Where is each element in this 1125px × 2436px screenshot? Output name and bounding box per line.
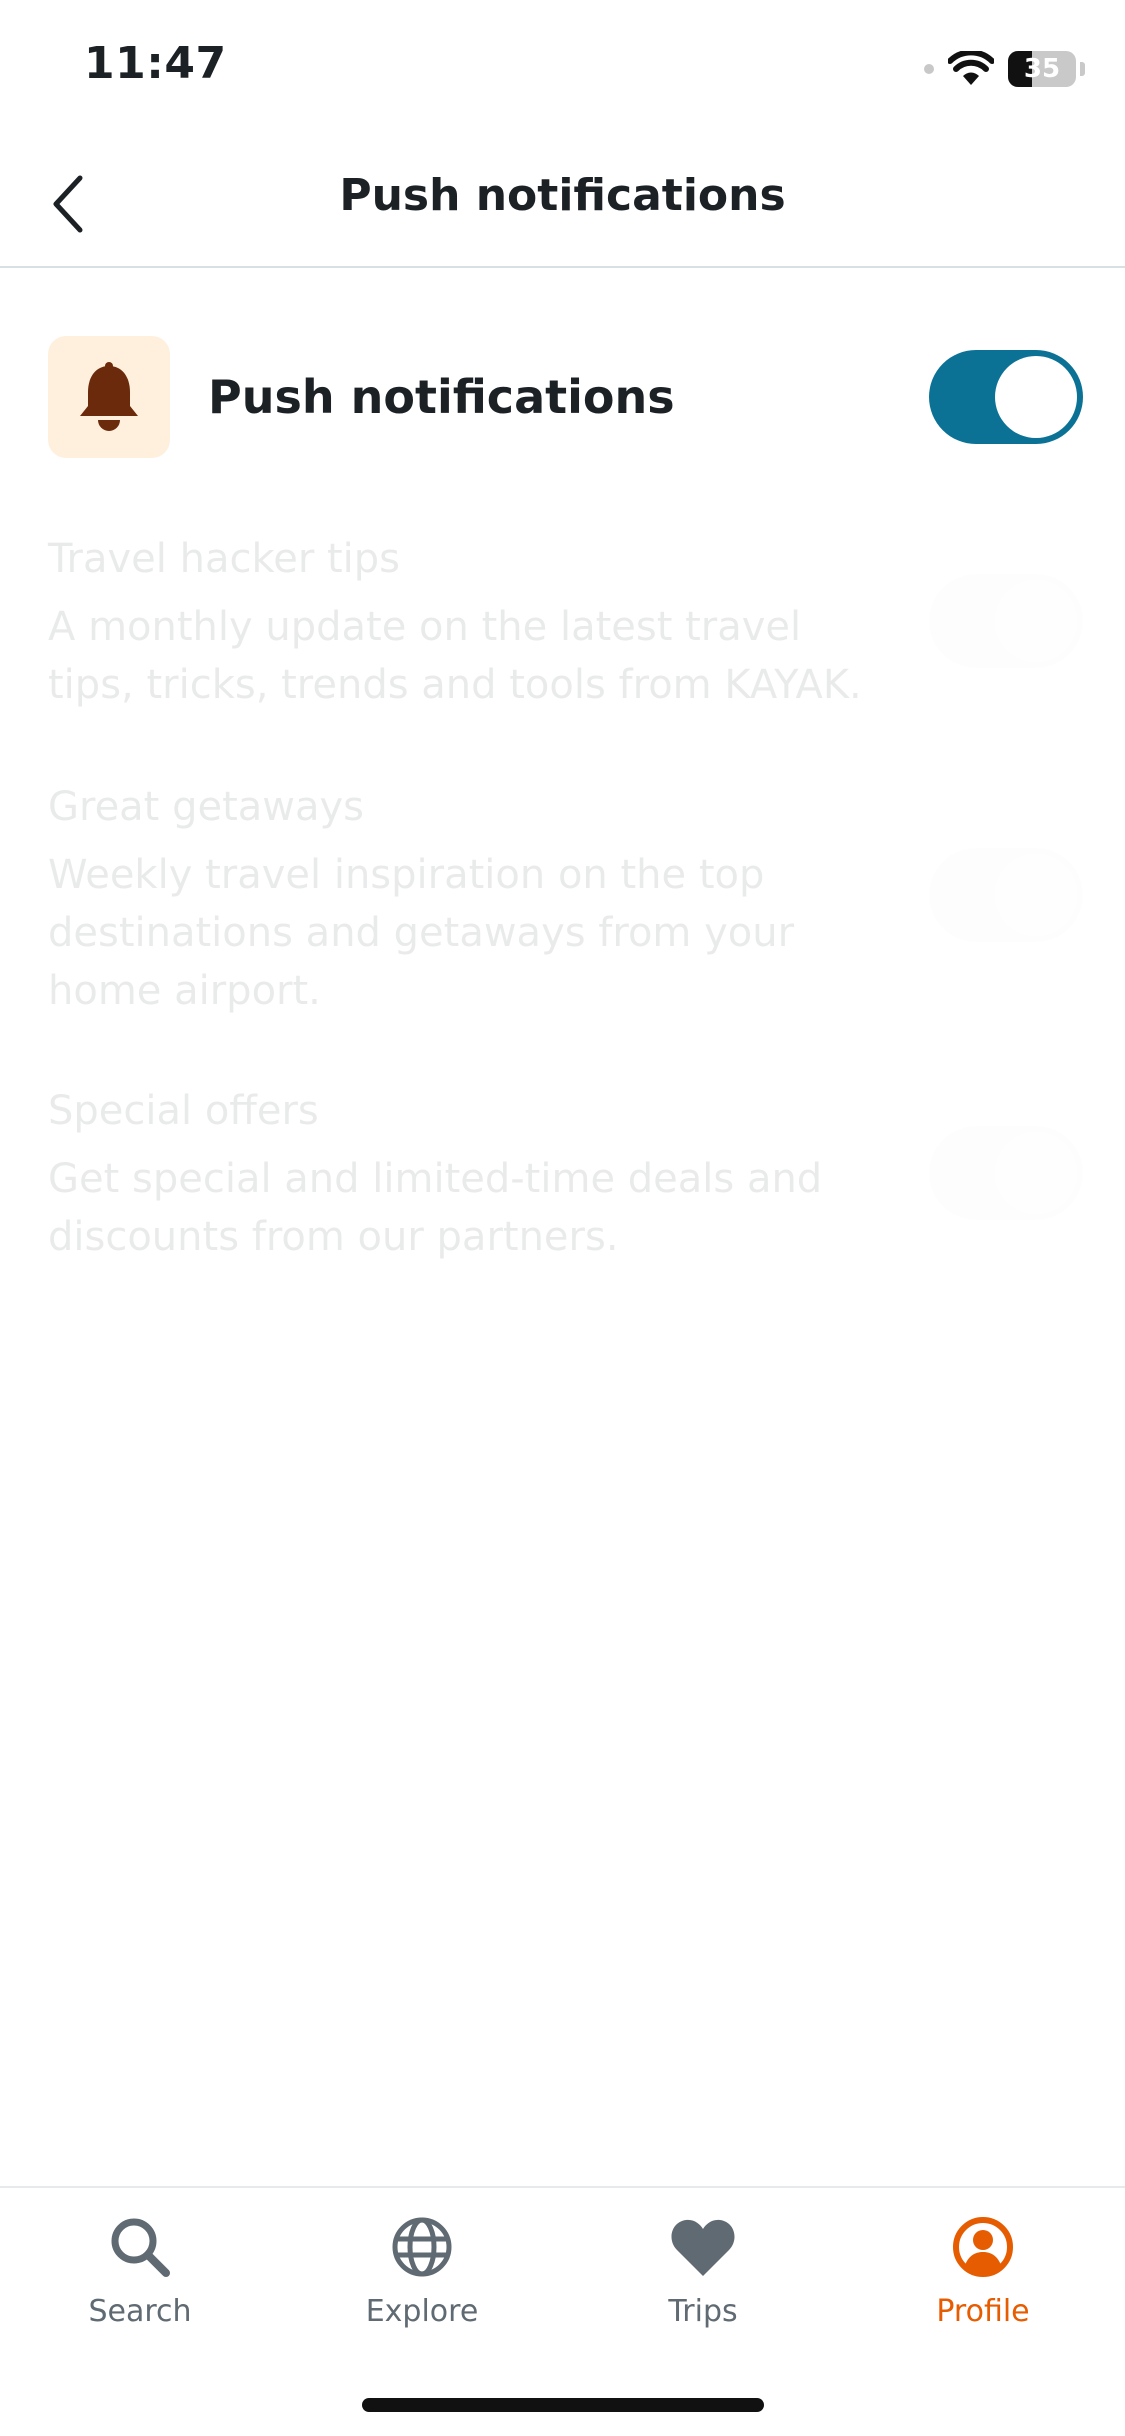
toggle-knob [995,580,1077,662]
option-title: Great getaways [48,784,365,830]
privacy-dot-icon [924,64,934,74]
option-travel-hacker-tips: Travel hacker tips A monthly update on t… [0,536,1125,716]
push-notifications-label: Push notifications [208,370,675,424]
status-indicators: 35 [924,44,1085,94]
nav-header: Push notifications [0,140,1125,268]
option-description: Get special and limited-time deals and d… [48,1156,823,1260]
battery-cap [1080,62,1085,76]
tab-label: Explore [365,2294,479,2329]
option-great-getaways: Great getaways Weekly travel inspiration… [0,784,1125,1024]
bell-icon [80,362,138,431]
toggle-knob [995,854,1077,936]
home-indicator [362,2398,764,2412]
page-title: Push notifications [339,170,786,221]
toggle-knob [995,356,1077,438]
toggle-knob [995,1132,1077,1214]
push-notifications-toggle[interactable] [929,350,1083,444]
travel-hacker-tips-toggle[interactable] [929,574,1083,668]
tab-label: Search [88,2294,192,2329]
tab-trips[interactable]: Trips [593,2212,813,2362]
wifi-icon [948,51,994,85]
battery-level: 35 [1023,54,1061,84]
tab-search[interactable]: Search [30,2212,250,2362]
option-description: Weekly travel inspiration on the top des… [48,852,795,1014]
option-title: Special offers [48,1088,319,1134]
tab-profile[interactable]: Profile [873,2212,1093,2362]
option-description: A monthly update on the latest travel ti… [48,604,862,708]
status-bar: 11:47 35 [0,0,1125,140]
tab-label: Profile [936,2294,1030,2329]
search-icon [111,2218,170,2277]
tab-explore[interactable]: Explore [312,2212,532,2362]
heart-icon [671,2219,735,2276]
tab-label: Trips [668,2294,738,2329]
status-time: 11:47 [84,38,227,89]
bell-tile [48,336,170,458]
globe-icon [392,2217,452,2277]
great-getaways-toggle[interactable] [929,848,1083,942]
profile-icon [953,2217,1013,2277]
battery-icon: 35 [1008,51,1076,87]
special-offers-toggle[interactable] [929,1126,1083,1220]
option-title: Travel hacker tips [48,536,401,582]
option-special-offers: Special offers Get special and limited-t… [0,1088,1125,1268]
push-notifications-row: Push notifications [0,330,1125,460]
